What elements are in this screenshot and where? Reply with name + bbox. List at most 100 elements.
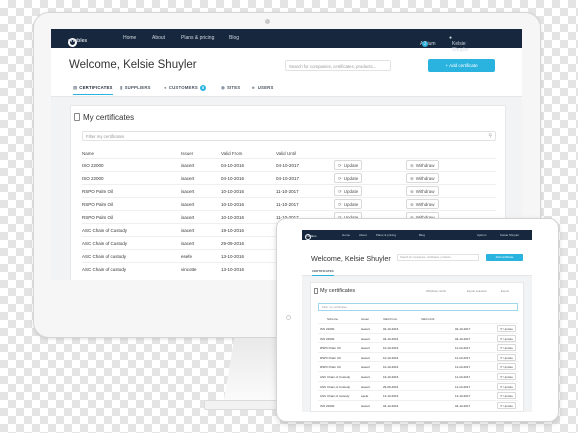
table-row[interactable]: RSPO Palm Oil isacert 10-10-2016 11-10-2017…: [82, 197, 496, 210]
table-row[interactable]: RSPO Palm Oil isacert 10-10-2016 11-10-2017…: [318, 342, 518, 352]
search-input[interactable]: Search for companies, certificates, prod…: [285, 60, 391, 71]
cell-from: 04-10-2016: [383, 403, 399, 408]
cell-issuer: isacert: [181, 228, 195, 233]
filter-input[interactable]: Filter my certificates ⚲: [82, 131, 496, 141]
update-button[interactable]: ⟳ Update: [497, 363, 517, 371]
nav-home[interactable]: Home: [123, 35, 136, 41]
cell-until: 11-10-2017: [455, 384, 471, 389]
tablet-nav-pricing[interactable]: Plans & pricing: [376, 233, 396, 237]
update-button[interactable]: ⟳ Update: [497, 325, 517, 332]
refresh-icon: ⟳: [338, 176, 342, 181]
col-issuer: Issuer: [181, 151, 194, 156]
cell-from: 04-10-2016: [221, 176, 245, 181]
table-row[interactable]: ASC Chain of custody esefe 13-10-2016 13-10…: [318, 390, 518, 400]
table-row[interactable]: RSPO Palm Oil isacert 10-10-2016 11-10-2017…: [318, 351, 518, 361]
table-row[interactable]: RSPO Palm Oil isacert 10-10-2016 11-10-2017…: [82, 184, 496, 197]
export-selection-action[interactable]: Export selection: [467, 289, 487, 293]
table-row[interactable]: ASC Chain of Custody isacert 19-10-2016 11-…: [318, 371, 518, 380]
table-row[interactable]: ISO 22000 isacert 04-10-2016 04-10-2017 ⟳ Upd…: [82, 158, 496, 171]
withdraw-button[interactable]: ⊗Withdraw: [406, 186, 439, 196]
refresh-icon: ⟳: [338, 202, 342, 207]
table-row[interactable]: ISO 22000 isacert 04-10-2016 04-10-2017 ⟳ Up…: [318, 323, 518, 332]
withdraw-button[interactable]: ⊗Withdraw: [406, 173, 439, 183]
cell-from: 13-10-2016: [221, 254, 245, 259]
table-row[interactable]: ASC Chain of Custody isacert 29-09-2016 11-…: [318, 380, 518, 390]
tablet-add-certificate-button[interactable]: Add certificate: [486, 254, 523, 261]
tablet-search-input[interactable]: Search for companies, certificates, prod…: [397, 254, 479, 261]
add-certificate-button[interactable]: + Add certificate: [428, 59, 495, 72]
tablet-user-menu[interactable]: Kelsie Shuyler: [500, 233, 519, 237]
cell-name: RSPO Palm Oil: [82, 215, 114, 220]
cell-until: 11-10-2017: [455, 346, 471, 351]
withdraw-button[interactable]: ⊗Withdraw: [406, 199, 439, 209]
tablet-navbar: ertables Home About Plans & pricing Blog…: [302, 230, 532, 240]
camera-dot: [265, 19, 270, 24]
tablet-filter-input[interactable]: Filter my certificates: [318, 303, 518, 311]
withdraw-certifs-action[interactable]: Withdraw certifs: [426, 289, 446, 293]
cell-name: ASC Chain of custody: [320, 394, 350, 399]
update-button[interactable]: ⟳ Update: [497, 334, 517, 342]
cell-name: ISO 22000: [320, 403, 335, 408]
export-action[interactable]: Export: [501, 289, 509, 293]
update-button[interactable]: ⟳ Update: [497, 392, 517, 400]
pin-icon: ◉: [221, 85, 225, 90]
table-row[interactable]: RSPO Palm Oil isacert 10-10-2016 11-10-2017…: [318, 361, 518, 371]
nav-blog[interactable]: Blog: [229, 35, 239, 41]
tab-customers[interactable]: ● CUSTOMERS 5: [164, 85, 206, 91]
cell-from: 04-10-2016: [383, 327, 399, 331]
tablet-tab-certificates[interactable]: CERTIFICATES: [312, 269, 334, 276]
user-icon: ☻: [251, 85, 256, 90]
cell-issuer: isacert: [361, 384, 370, 389]
document-icon: [74, 113, 80, 121]
tablet-nav-home[interactable]: Home: [342, 233, 350, 237]
tablet-nav-about[interactable]: About: [359, 233, 367, 237]
update-button[interactable]: ⟳ Update: [497, 344, 517, 352]
tab-suppliers[interactable]: ▮ SUPPLIERS: [120, 85, 151, 91]
cell-from: 10-10-2016: [221, 215, 245, 220]
cell-name: ISO 22000: [320, 327, 335, 331]
tab-certificates[interactable]: ▤ CERTIFICATES: [73, 85, 113, 95]
tablet-notifications[interactable]: Aptium: [477, 233, 486, 237]
cell-name: RSPO Palm Oil: [82, 202, 114, 207]
refresh-icon: ⟳: [338, 189, 342, 194]
update-button[interactable]: ⟳ Update: [497, 401, 517, 409]
update-button[interactable]: ⟳ Update: [497, 382, 517, 390]
cell-name: ASC Chain of Custody: [320, 384, 351, 389]
tablet-col-valid-from: Valid From: [383, 317, 398, 321]
cell-issuer: isacert: [361, 375, 370, 379]
cell-issuer: isacert: [181, 215, 195, 220]
table-row[interactable]: ISO 22000 isacert 04-10-2016 04-10-2017 ⟳ Up…: [318, 399, 518, 409]
cell-name: ASC Chain of custody: [82, 254, 127, 259]
tablet-nav-blog[interactable]: Blog: [419, 233, 425, 237]
cell-from: 29-09-2016: [221, 241, 245, 246]
cell-name: ASC Chain of custody: [82, 267, 127, 272]
customers-badge: 5: [199, 85, 206, 91]
top-navbar: ertables Home About Plans & pricing Blog…: [51, 29, 522, 53]
tablet-screen: ertables Home About Plans & pricing Blog…: [302, 230, 532, 412]
close-circle-icon: ⊗: [410, 163, 414, 168]
update-button[interactable]: ⟳ Update: [497, 373, 517, 380]
cell-from: 10-10-2016: [383, 365, 399, 370]
withdraw-button[interactable]: ⊗Withdraw: [406, 160, 439, 170]
update-button[interactable]: ⟳Update: [334, 173, 363, 183]
user-menu[interactable]: ● Kelsie Shuyler: [449, 35, 469, 53]
cell-issuer: isacert: [181, 241, 195, 246]
nav-about[interactable]: About: [152, 35, 165, 41]
tab-sites[interactable]: ◉ SITES: [221, 85, 240, 91]
cell-issuer: esefe: [181, 254, 193, 259]
cell-issuer: vincotte: [181, 267, 197, 272]
update-button[interactable]: ⟳Update: [334, 186, 363, 196]
document-icon: [314, 288, 318, 294]
cell-until: 04-10-2017: [455, 327, 471, 331]
cell-name: RSPO Palm Oil: [320, 355, 341, 360]
tab-users[interactable]: ☻ USERS: [251, 85, 274, 90]
cell-from: 10-10-2016: [383, 346, 399, 351]
table-row[interactable]: ISO 22000 isacert 04-10-2016 04-10-2017 ⟳ Upd…: [82, 171, 496, 184]
tablet-col-scheme: Scheme: [327, 317, 339, 321]
update-button[interactable]: ⟳ Update: [497, 353, 517, 361]
table-row[interactable]: ISO 22000 isacert 04-10-2016 04-10-2017 ⟳ Up…: [318, 332, 518, 342]
col-name: Name: [82, 151, 95, 156]
nav-pricing[interactable]: Plans & pricing: [181, 35, 214, 41]
update-button[interactable]: ⟳Update: [334, 199, 363, 209]
update-button[interactable]: ⟳Update: [334, 160, 363, 170]
